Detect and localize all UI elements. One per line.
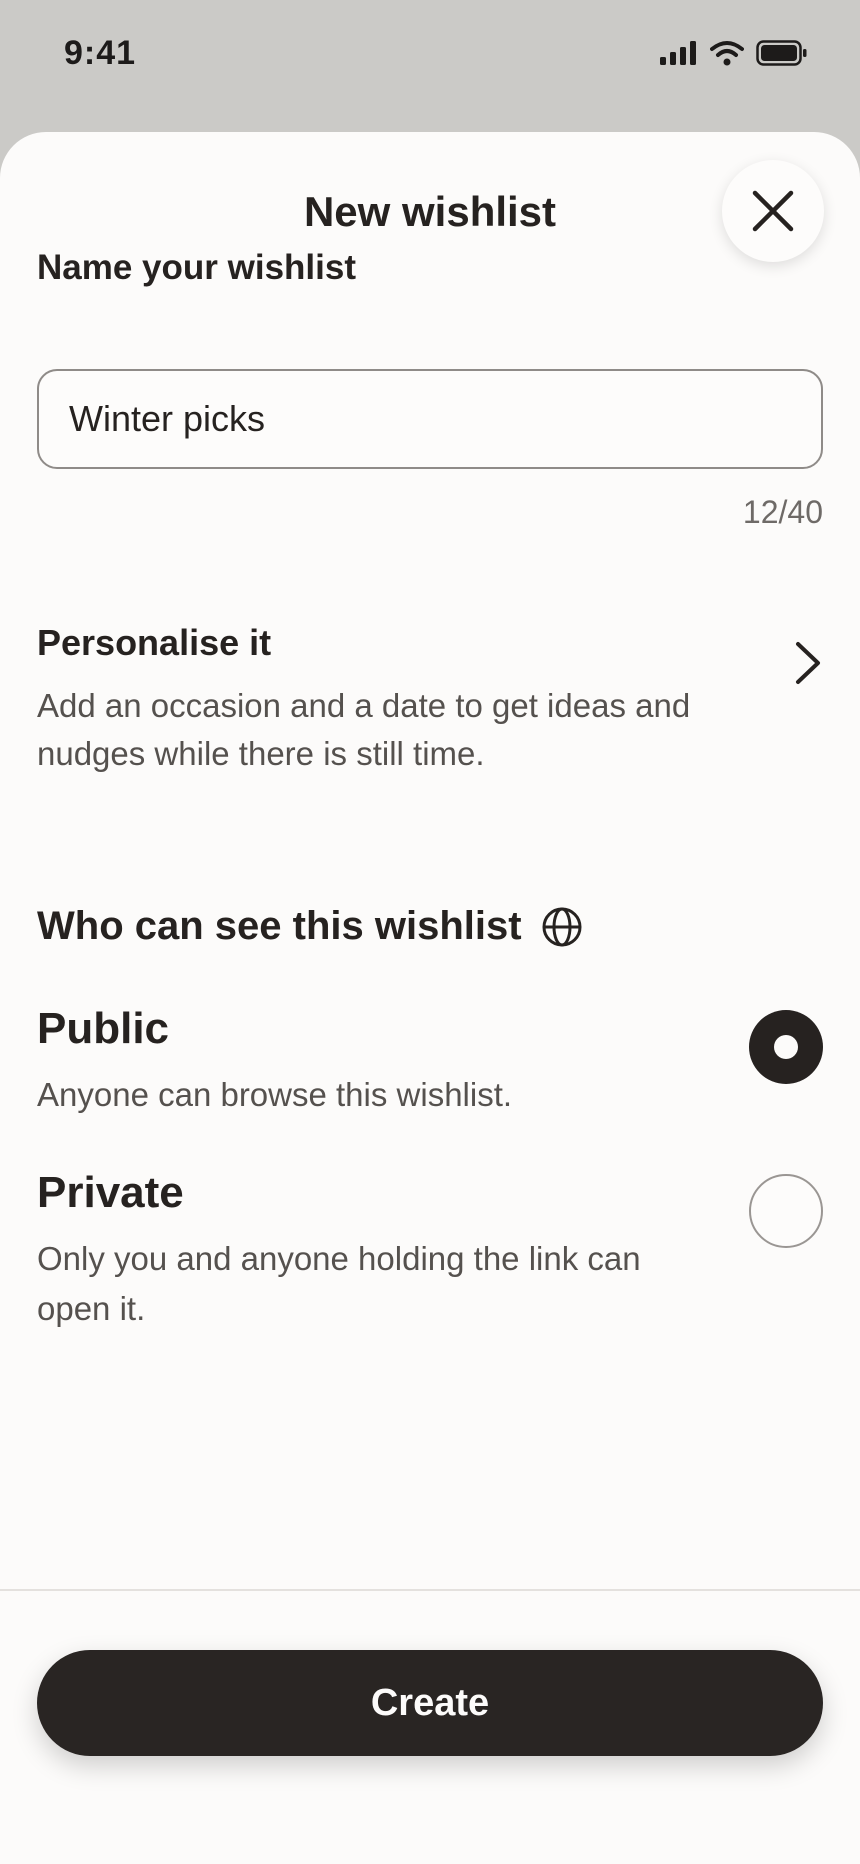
private-radio-unselected[interactable] <box>749 1174 823 1248</box>
status-bar: 9:41 <box>0 0 860 110</box>
personalise-description: Add an occasion and a date to get ideas … <box>37 687 691 772</box>
visibility-heading-text: Who can see this wishlist <box>37 904 522 948</box>
name-input-container[interactable] <box>37 369 823 469</box>
globe-icon <box>542 907 582 946</box>
visibility-option-public[interactable]: Public Anyone can browse this wishlist. <box>0 1004 860 1134</box>
wifi-icon <box>710 41 744 66</box>
name-field-label: Name your wishlist <box>37 248 356 287</box>
personalise-row[interactable]: Personalise it Add an occasion and a dat… <box>0 622 860 792</box>
new-wishlist-sheet: New wishlist Name your wishlist 12/40 Pe… <box>0 132 860 1864</box>
option-description: Anyone can browse this wishlist. <box>37 1076 513 1113</box>
footer-divider <box>0 1589 860 1591</box>
public-radio-selected[interactable] <box>749 1010 823 1084</box>
personalise-title: Personalise it <box>37 622 272 663</box>
status-icons <box>660 40 808 66</box>
visibility-heading: Who can see this wishlist <box>37 904 584 949</box>
battery-icon <box>756 40 807 66</box>
chevron-right-icon <box>796 642 820 684</box>
option-description: Only you and anyone holding the link can… <box>37 1240 641 1327</box>
option-title: Private <box>37 1168 184 1217</box>
close-icon <box>752 190 794 232</box>
wishlist-name-input[interactable] <box>69 371 789 467</box>
visibility-option-private[interactable]: Private Only you and anyone holding the … <box>0 1168 860 1338</box>
character-counter: 12/40 <box>742 494 823 530</box>
create-button[interactable]: Create <box>37 1650 823 1756</box>
status-time: 9:41 <box>64 34 137 72</box>
cellular-signal-icon <box>660 41 696 65</box>
option-title: Public <box>37 1004 170 1053</box>
close-button[interactable] <box>722 160 824 262</box>
